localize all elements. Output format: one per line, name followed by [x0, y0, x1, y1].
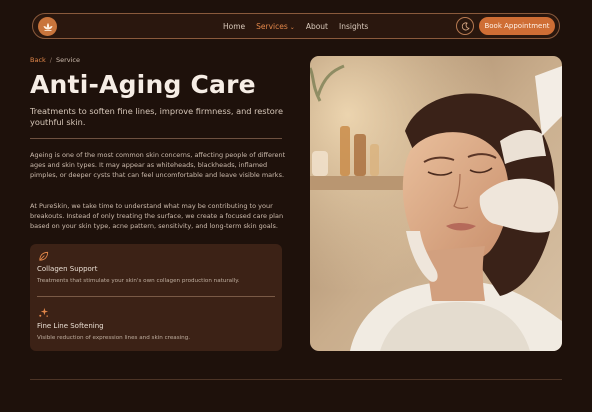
- breadcrumb: Back / Service: [30, 56, 80, 64]
- book-appointment-button[interactable]: Book Appointment: [479, 17, 555, 35]
- page-title: Anti-Aging Care: [30, 70, 256, 99]
- footer-divider: [30, 379, 562, 380]
- leaf-icon: [39, 251, 49, 261]
- page-subtitle: Treatments to soften fine lines, improve…: [30, 106, 284, 127]
- section-divider: [30, 138, 282, 139]
- top-nav: Home Services ⌄ About Insights Book Appoi…: [32, 13, 560, 39]
- feature-description: Visible reduction of expression lines an…: [37, 335, 191, 341]
- sparkle-icon: [39, 307, 49, 317]
- nav-link-home[interactable]: Home: [223, 22, 245, 31]
- breadcrumb-separator: /: [49, 56, 52, 64]
- lotus-icon[interactable]: [38, 17, 57, 36]
- chevron-down-icon: ⌄: [289, 23, 295, 31]
- breadcrumb-back-link[interactable]: Back: [30, 56, 46, 64]
- nav-link-about[interactable]: About: [306, 22, 328, 31]
- approach-paragraph: At PureSkin, we take time to understand …: [30, 202, 284, 230]
- theme-toggle-button[interactable]: [456, 17, 474, 35]
- breadcrumb-current: Service: [55, 56, 81, 64]
- nav-link-insights[interactable]: Insights: [339, 22, 368, 31]
- nav-links: Home Services ⌄ About Insights: [223, 14, 368, 38]
- feature-description: Treatments that stimulate your skin's ow…: [37, 278, 240, 284]
- feature-title: Fine Line Softening: [37, 322, 104, 330]
- nav-link-services-label: Services: [256, 21, 288, 31]
- card-divider: [37, 296, 275, 297]
- moon-icon: [461, 21, 470, 30]
- feature-title: Collagen Support: [37, 265, 98, 273]
- treatment-photo: [310, 56, 562, 351]
- nav-link-services[interactable]: Services ⌄: [256, 22, 295, 31]
- intro-paragraph: Ageing is one of the most common skin co…: [30, 151, 286, 179]
- features-card: Collagen Support Treatments that stimula…: [30, 244, 282, 351]
